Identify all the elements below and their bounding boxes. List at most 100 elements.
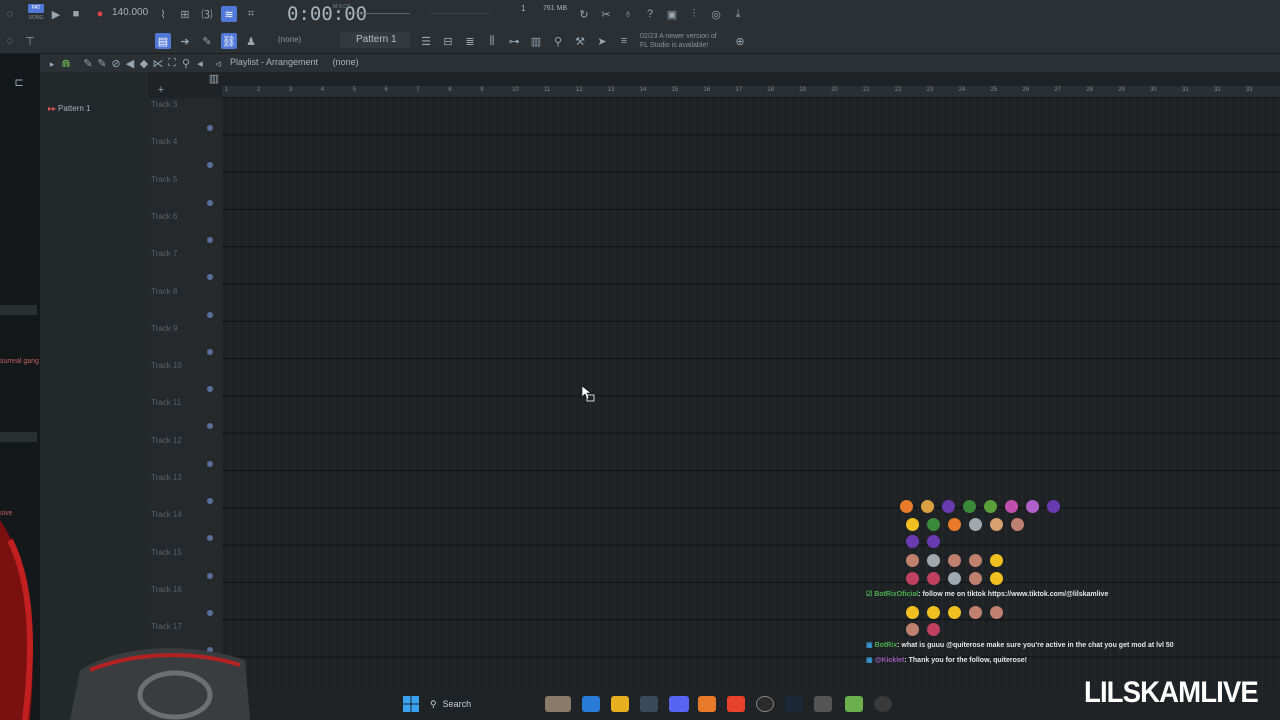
pencil-icon[interactable]: ✎ [199,33,215,49]
track-label[interactable]: Track 6 [151,212,177,221]
cut-icon[interactable]: ✂ [598,6,614,22]
fl-studio-icon[interactable] [698,696,716,712]
browser-toggle-icon[interactable]: ◌ [2,33,18,49]
app-icon[interactable] [874,696,892,712]
song-mode-button[interactable]: SONG [28,14,44,22]
play-icon[interactable]: ▶ [48,6,64,22]
discord-icon[interactable] [669,696,689,712]
track-mute-button[interactable] [207,311,213,318]
master-pitch-slider[interactable] [430,13,490,14]
step-edit-icon[interactable]: ⌗ [243,6,259,22]
track-mute-button[interactable] [207,199,213,206]
windows-start-icon[interactable] [403,696,419,712]
emote-icon [905,606,919,619]
ruler-bar-number: 24 [958,87,966,93]
obs-icon[interactable] [756,696,774,712]
time-unit-label: M:S:CS [333,4,351,10]
track-label[interactable]: Track 5 [151,175,177,184]
steam-icon[interactable] [785,696,803,712]
tempo-display[interactable]: 140.000 [112,7,148,18]
snap-selector[interactable]: (none) [278,35,301,44]
pat-mode-button[interactable]: PAT [28,4,44,13]
tree-icon[interactable]: ⊶ [506,33,522,49]
brave-icon[interactable] [727,696,745,712]
track-label[interactable]: Track 8 [151,287,177,296]
track-mute-button[interactable] [207,498,213,504]
file-explorer-icon[interactable] [611,696,629,712]
emote-icon [947,572,961,585]
ruler-bar-number: 10 [512,87,519,93]
emote-icon [947,554,961,567]
track-mute-button[interactable] [207,236,213,243]
track-label[interactable]: Track 7 [151,249,177,258]
next-icon[interactable]: ➜ [177,33,193,49]
chat-emote-row [866,606,1011,619]
track-mute-button[interactable] [207,460,213,467]
piano-roll-icon[interactable]: ⊟ [440,33,456,49]
emote-icon [1025,500,1039,513]
playlist-icon[interactable]: ☰ [418,33,434,49]
copilot-icon[interactable] [582,696,600,712]
chat-text: : Thank you for the follow, quiterose! [904,657,1027,664]
ruler-bar-number: 33 [1245,87,1253,93]
link-icon[interactable]: ⛓ [221,33,237,49]
track-mute-button[interactable] [207,125,213,131]
channel-rack-icon[interactable]: ≣ [462,33,478,49]
mic-icon[interactable]: ♁ [620,6,636,22]
pattern-selector[interactable]: Pattern 1 [340,32,410,48]
track-label[interactable]: Track 11 [151,398,181,407]
track-label[interactable]: Track 13 [151,473,182,482]
record-icon[interactable]: ● [92,6,108,22]
search-highlight-icon[interactable] [545,696,571,712]
pin-icon[interactable]: ⊤ [22,33,38,49]
arrangement-grid[interactable] [222,98,1280,688]
track-label[interactable]: Track 12 [151,436,182,445]
chat-icon[interactable]: ◎ [708,6,724,22]
arrow-icon[interactable]: ➤ [594,33,610,49]
time-display[interactable]: 0:00:00 [287,3,367,25]
pattern-mode-icon[interactable]: ▥ [206,70,222,86]
mixer-view-icon[interactable]: ⫼ [484,33,500,49]
countdown-icon[interactable]: ⑶ [199,6,215,22]
magnet-icon[interactable]: ⋒ [58,55,74,71]
wrench-icon[interactable]: ⚒ [572,33,588,49]
metronome-icon[interactable]: ⌇ [155,6,171,22]
download-icon[interactable]: ⤓ [730,6,746,22]
track-label[interactable]: Track 4 [151,137,177,146]
app-icon[interactable] [814,696,832,712]
stamp-icon[interactable]: ♟ [243,33,259,49]
stop-icon[interactable]: ■ [68,6,84,22]
pattern-list-item[interactable]: ▸▸ Pattern 1 [48,104,91,113]
track-label[interactable]: Track 3 [151,100,177,109]
track-label[interactable]: Track 14 [151,510,182,519]
master-volume-slider[interactable] [355,13,410,14]
menu-icon[interactable]: ◌ [2,6,18,22]
globe-icon[interactable]: ⊕ [732,33,748,49]
folder-icon[interactable]: ⊏ [11,74,27,90]
save-icon[interactable]: ▣ [664,6,680,22]
loop-record-icon[interactable]: ≋ [221,6,237,22]
plugin-icon[interactable]: ⚲ [550,33,566,49]
undo-icon[interactable]: ↻ [576,6,592,22]
playlist-view-icon[interactable]: ▤ [155,33,171,49]
chat-emote-row [866,518,1032,531]
mixer-icon[interactable]: ⫶ [686,6,702,22]
playlist-arrow-icon[interactable]: ◃ [210,55,226,71]
add-track-icon[interactable]: + [153,82,169,98]
news-panel[interactable]: 02/23 A newer version of FL Studio is av… [640,32,735,50]
store-icon[interactable] [640,696,658,712]
app-icon[interactable] [845,696,863,712]
news-icon[interactable]: ≡ [616,33,632,49]
chat-emote-row [866,535,948,548]
wait-icon[interactable]: ⊞ [177,6,193,22]
emote-icon [989,554,1003,567]
emote-icon [926,606,940,619]
help-icon[interactable]: ? [642,6,658,22]
ruler-bar-number: 7 [416,87,420,93]
browser-icon[interactable]: ▥ [528,33,544,49]
playback-tool-icon[interactable]: ◂ [192,55,208,71]
emote-icon [920,500,934,513]
track-mute-button[interactable] [207,348,213,355]
track-label[interactable]: Track 9 [151,324,177,333]
track-label[interactable]: Track 10 [151,361,182,370]
